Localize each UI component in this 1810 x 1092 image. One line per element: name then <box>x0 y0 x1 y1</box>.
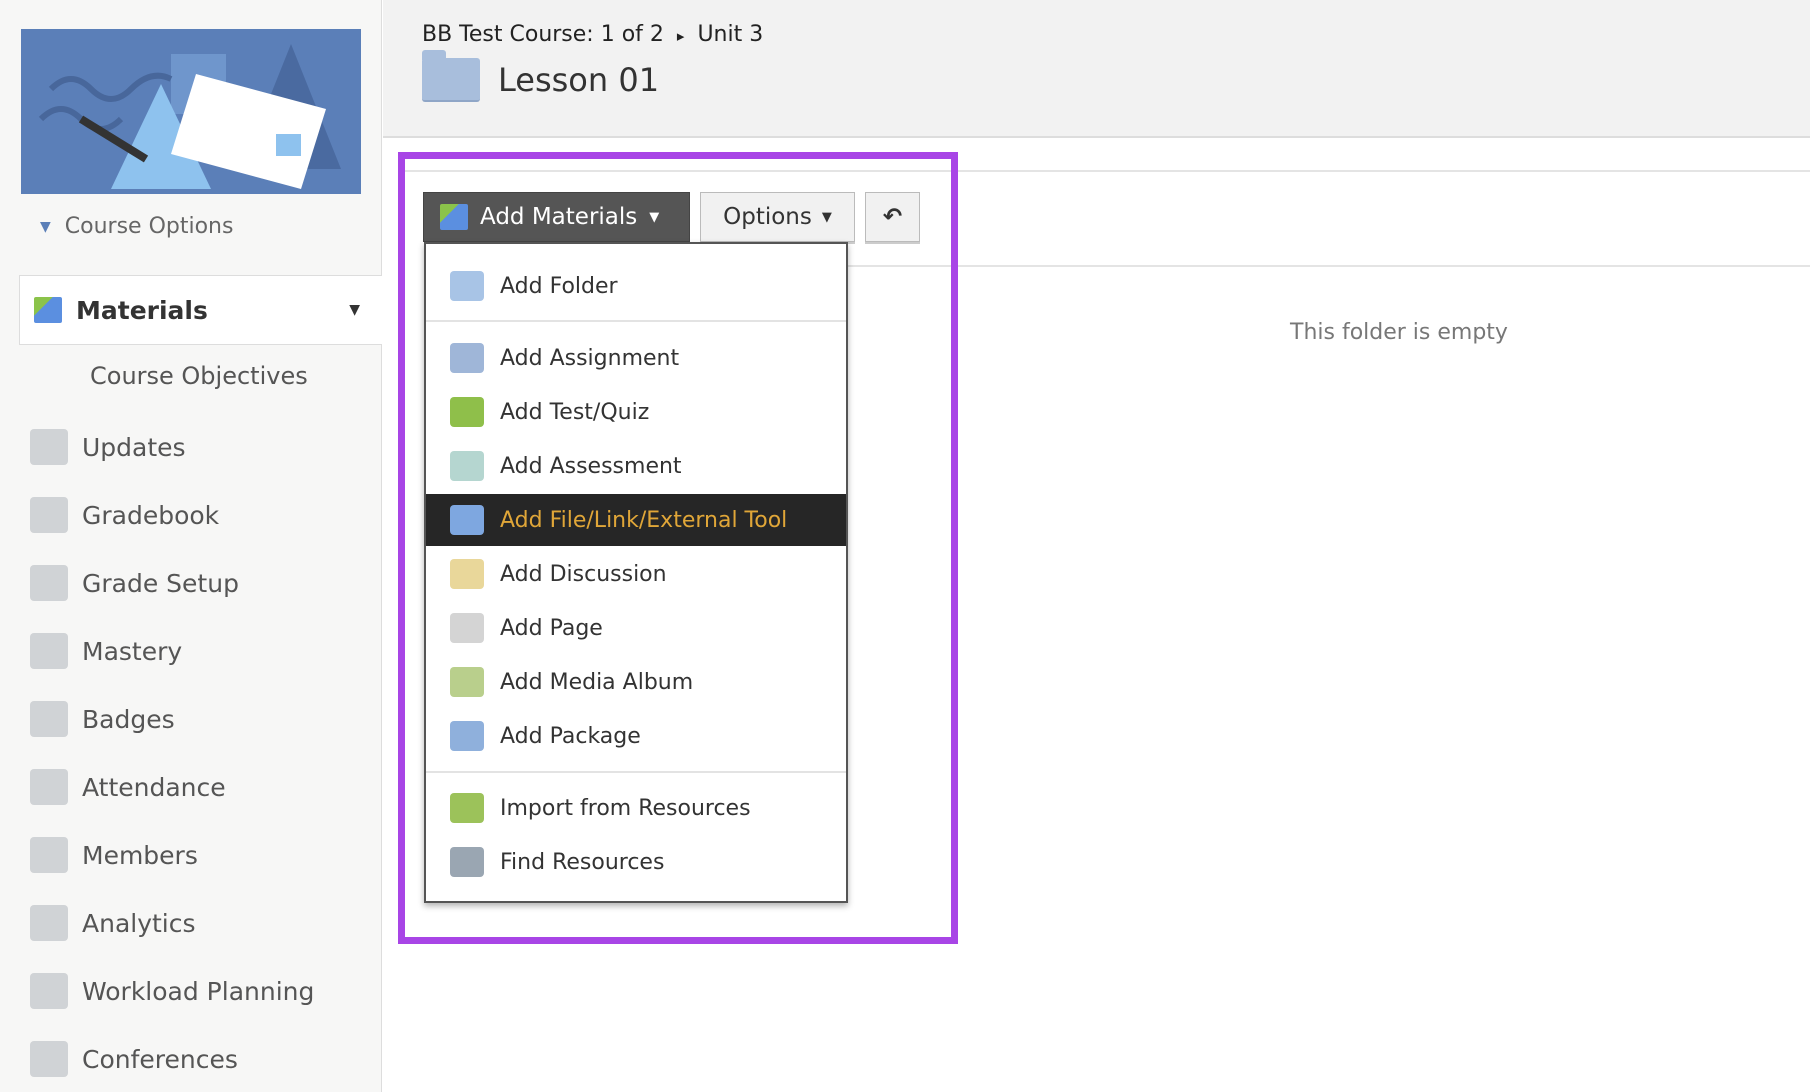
menu-item-label: Add File/Link/External Tool <box>500 507 788 533</box>
divider <box>848 265 1810 267</box>
sidebar-item-label: Conferences <box>82 1044 238 1074</box>
folder-icon <box>422 50 480 102</box>
sidebar-item-badges[interactable]: Badges <box>30 699 175 739</box>
members-icon <box>30 837 68 873</box>
media-album-icon <box>450 667 484 697</box>
options-label: Options <box>723 204 812 230</box>
triangle-down-icon: ▼ <box>40 218 51 235</box>
mastery-icon <box>30 633 68 669</box>
materials-icon <box>440 204 468 230</box>
menu-item-label: Add Assignment <box>500 345 680 371</box>
sidebar-item-mastery[interactable]: Mastery <box>30 631 182 671</box>
sidebar: ▼ Course Options Materials ▼ Course Obje… <box>0 0 382 1092</box>
options-button[interactable]: Options ▼ <box>700 192 855 242</box>
file-link-external-tool-icon <box>450 505 484 535</box>
caret-down-icon[interactable]: ▼ <box>349 302 360 318</box>
menu-item-add-discussion[interactable]: Add Discussion <box>426 548 846 600</box>
materials-label: Materials <box>76 295 208 325</box>
breadcrumb: BB Test Course: 1 of 2 ▸ Unit 3 <box>422 22 763 47</box>
sidebar-item-updates[interactable]: Updates <box>30 427 186 467</box>
updates-icon <box>30 429 68 465</box>
conferences-icon <box>30 1041 68 1077</box>
breadcrumb-unit[interactable]: Unit 3 <box>697 22 763 47</box>
test-quiz-icon <box>450 397 484 427</box>
sidebar-item-label: Mastery <box>82 636 183 666</box>
sidebar-item-label: Badges <box>82 704 175 734</box>
menu-item-label: Add Test/Quiz <box>500 399 650 425</box>
course-options-label: Course Options <box>64 214 234 239</box>
attendance-icon <box>30 769 68 805</box>
folder-icon <box>450 271 484 301</box>
menu-item-add-package[interactable]: Add Package <box>426 710 846 762</box>
menu-item-add-assessment[interactable]: Add Assessment <box>426 440 846 492</box>
sidebar-item-members[interactable]: Members <box>30 835 198 875</box>
sidebar-item-gradebook[interactable]: Gradebook <box>30 495 219 535</box>
resources-icon <box>450 793 484 823</box>
sidebar-item-course-objectives[interactable]: Course Objectives <box>90 362 308 390</box>
caret-down-icon: ▼ <box>649 209 660 225</box>
caret-down-icon: ▼ <box>821 209 832 225</box>
package-icon <box>450 721 484 751</box>
menu-item-label: Add Folder <box>500 273 618 299</box>
menu-item-import-from-resources[interactable]: Import from Resources <box>426 782 846 834</box>
sidebar-item-label: Workload Planning <box>82 976 315 1006</box>
menu-item-label: Add Discussion <box>500 561 667 587</box>
sidebar-item-analytics[interactable]: Analytics <box>30 903 196 943</box>
menu-separator <box>426 320 846 322</box>
sidebar-item-workload-planning[interactable]: Workload Planning <box>30 971 314 1011</box>
menu-item-add-media-album[interactable]: Add Media Album <box>426 656 846 708</box>
add-materials-button[interactable]: Add Materials ▼ <box>423 192 690 242</box>
menu-item-add-test-quiz[interactable]: Add Test/Quiz <box>426 386 846 438</box>
sidebar-item-label: Gradebook <box>82 500 220 530</box>
workload-icon <box>30 973 68 1009</box>
badge-star-icon <box>30 701 68 737</box>
menu-item-add-page[interactable]: Add Page <box>426 602 846 654</box>
assessment-icon <box>450 451 484 481</box>
menu-item-add-folder[interactable]: Add Folder <box>426 260 846 312</box>
menu-item-label: Add Page <box>500 615 603 641</box>
page-header: BB Test Course: 1 of 2 ▸ Unit 3 Lesson 0… <box>383 0 1810 138</box>
menu-item-label: Add Package <box>500 723 641 749</box>
resources-icon <box>450 847 484 877</box>
sidebar-item-label: Updates <box>82 432 186 462</box>
empty-folder-message: This folder is empty <box>1290 320 1508 345</box>
materials-icon <box>34 297 62 323</box>
assignment-icon <box>450 343 484 373</box>
sidebar-item-label: Grade Setup <box>82 568 239 598</box>
menu-item-add-file-link-external-tool[interactable]: Add File/Link/External Tool <box>426 494 846 546</box>
breadcrumb-course[interactable]: BB Test Course: 1 of 2 <box>422 22 664 47</box>
sidebar-item-label: Members <box>82 840 198 870</box>
menu-item-label: Add Media Album <box>500 669 694 695</box>
menu-item-label: Import from Resources <box>500 795 751 821</box>
sidebar-item-attendance[interactable]: Attendance <box>30 767 226 807</box>
add-materials-label: Add Materials <box>480 204 638 230</box>
add-materials-dropdown: Add Folder Add Assignment Add Test/Quiz Add… <box>424 242 848 903</box>
breadcrumb-separator-icon: ▸ <box>676 27 685 45</box>
menu-item-label: Add Assessment <box>500 453 682 479</box>
menu-separator <box>426 771 846 773</box>
sidebar-item-label: Attendance <box>82 772 226 802</box>
course-banner-image <box>21 29 361 194</box>
menu-item-add-assignment[interactable]: Add Assignment <box>426 332 846 384</box>
back-button[interactable]: ↶ <box>865 192 920 242</box>
analytics-pie-icon <box>30 905 68 941</box>
menu-item-find-resources[interactable]: Find Resources <box>426 836 846 888</box>
grade-setup-icon <box>30 565 68 601</box>
page-icon <box>450 613 484 643</box>
page-title: Lesson 01 <box>498 61 660 99</box>
sidebar-item-conferences[interactable]: Conferences <box>30 1039 238 1079</box>
sidebar-item-label: Analytics <box>82 908 196 938</box>
back-arrow-icon: ↶ <box>882 204 903 230</box>
sidebar-item-grade-setup[interactable]: Grade Setup <box>30 563 239 603</box>
menu-item-label: Find Resources <box>500 849 665 875</box>
sidebar-item-materials[interactable]: Materials ▼ <box>19 275 382 345</box>
gradebook-icon <box>30 497 68 533</box>
course-options-toggle[interactable]: ▼ Course Options <box>40 214 233 239</box>
discussion-icon <box>450 559 484 589</box>
